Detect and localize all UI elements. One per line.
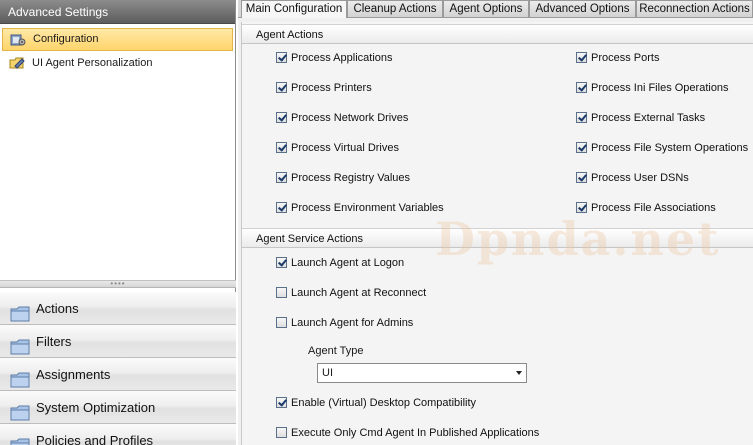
tree-item-configuration[interactable]: Configuration — [2, 28, 233, 51]
checkbox-label: Process Printers — [291, 82, 372, 94]
checkbox-label: Process Ports — [591, 52, 660, 64]
folder-icon — [10, 433, 30, 445]
nav-button-label: Policies and Profiles — [36, 433, 154, 445]
checkbox[interactable] — [276, 287, 287, 298]
checkbox[interactable] — [576, 82, 587, 93]
panel-splitter[interactable]: •••• — [0, 280, 236, 288]
panel-header: Advanced Settings — [0, 0, 235, 24]
nav-button-filters[interactable]: Filters — [0, 325, 236, 358]
navigation-buttons: Actions Filters Assignments System Optim… — [0, 292, 236, 445]
agent-type-label: Agent Type — [308, 345, 364, 357]
checkbox[interactable] — [576, 172, 587, 183]
nav-button-label: Actions — [36, 301, 79, 316]
checkbox[interactable] — [276, 82, 287, 93]
agent-type-select[interactable]: UI — [317, 363, 527, 383]
checkbox-label: Process User DSNs — [591, 172, 689, 184]
checkbox[interactable] — [276, 202, 287, 213]
checkbox-label: Execute Only Cmd Agent In Published Appl… — [291, 427, 540, 439]
checkbox[interactable] — [276, 112, 287, 123]
checkbox-label: Launch Agent at Reconnect — [291, 287, 427, 299]
checkbox[interactable] — [576, 142, 587, 153]
folder-icon — [10, 400, 30, 421]
nav-button-actions[interactable]: Actions — [0, 292, 236, 325]
main-configuration-panel: Main Configuration Cleanup Actions Agent… — [238, 0, 753, 445]
checkbox-label: Process Virtual Drives — [291, 142, 399, 154]
checkbox-label: Process Ini Files Operations — [591, 82, 729, 94]
checkbox[interactable] — [276, 317, 287, 328]
folder-icon — [10, 367, 30, 388]
checkbox[interactable] — [576, 52, 587, 63]
nav-button-label: Filters — [36, 334, 72, 349]
tab-main-configuration[interactable]: Main Configuration — [241, 0, 347, 18]
checkbox[interactable] — [276, 142, 287, 153]
tree-item-label: UI Agent Personalization — [32, 57, 153, 69]
nav-button-label: Assignments — [36, 367, 111, 382]
nav-button-system-optimization[interactable]: System Optimization — [0, 391, 236, 424]
tab-agent-options[interactable]: Agent Options — [443, 0, 529, 17]
checkbox-label: Process Registry Values — [291, 172, 411, 184]
tab-reconnection-actions[interactable]: Reconnection Actions — [636, 0, 753, 17]
folder-icon — [10, 301, 30, 322]
checkbox-label: Process Network Drives — [291, 112, 409, 124]
chevron-down-icon[interactable] — [516, 371, 522, 375]
tree-item-label: Configuration — [33, 33, 99, 45]
tab-content: Agent Actions Process Applications Proce… — [241, 22, 753, 445]
configuration-icon — [10, 33, 26, 47]
checkbox-label: Process File System Operations — [591, 142, 749, 154]
checkbox-label: Launch Agent at Logon — [291, 257, 405, 269]
checkbox[interactable] — [276, 257, 287, 268]
checkbox-label: Process Applications — [291, 52, 393, 64]
nav-button-policies-and-profiles[interactable]: Policies and Profiles — [0, 424, 236, 445]
settings-tree: Configuration UI Agent Personalization — [0, 27, 235, 76]
checkbox[interactable] — [576, 112, 587, 123]
checkbox[interactable] — [276, 172, 287, 183]
checkbox-label: Process Environment Variables — [291, 202, 444, 214]
checkbox[interactable] — [276, 52, 287, 63]
section-header-agent-service-actions: Agent Service Actions — [242, 228, 753, 248]
checkbox-label: Enable (Virtual) Desktop Compatibility — [291, 397, 477, 409]
checkbox-label: Launch Agent for Admins — [291, 317, 414, 329]
nav-button-assignments[interactable]: Assignments — [0, 358, 236, 391]
checkbox-label: Process File Associations — [591, 202, 716, 214]
nav-button-label: System Optimization — [36, 400, 156, 415]
tree-item-ui-agent-personalization[interactable]: UI Agent Personalization — [2, 52, 233, 75]
checkbox[interactable] — [276, 397, 287, 408]
section-header-agent-actions: Agent Actions — [242, 24, 753, 44]
tab-strip: Main Configuration Cleanup Actions Agent… — [238, 0, 753, 18]
advanced-settings-panel: Advanced Settings Configuration UI Agent… — [0, 0, 236, 445]
checkbox-label: Process External Tasks — [591, 112, 706, 124]
checkbox[interactable] — [276, 427, 287, 438]
agent-type-value: UI — [322, 367, 333, 379]
personalization-icon — [9, 56, 25, 70]
folder-icon — [10, 334, 30, 355]
tab-cleanup-actions[interactable]: Cleanup Actions — [347, 0, 443, 17]
checkbox[interactable] — [576, 202, 587, 213]
tab-advanced-options[interactable]: Advanced Options — [529, 0, 636, 17]
